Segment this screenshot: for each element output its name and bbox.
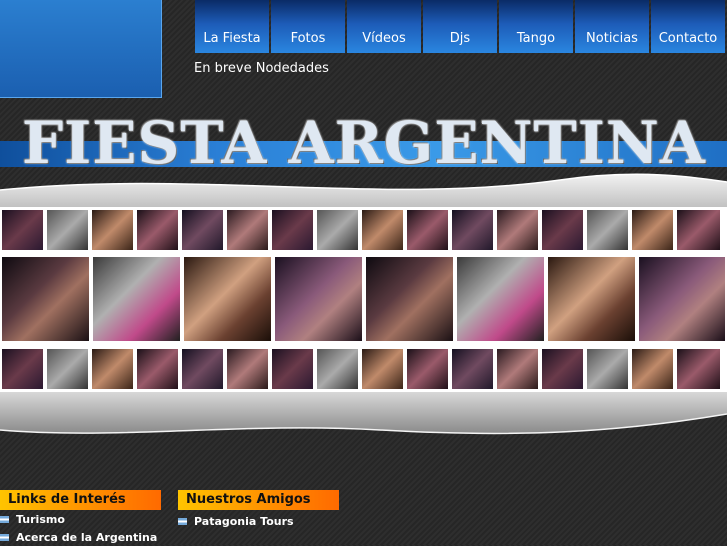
photo-tile — [450, 208, 495, 252]
list-item[interactable]: Patagonia Tours — [178, 513, 339, 530]
photo-tile — [225, 347, 270, 391]
photo-tile — [637, 255, 727, 343]
photo-tile — [135, 208, 180, 252]
argentina-flag-icon — [178, 518, 187, 525]
photo-tile — [135, 347, 180, 391]
photo-tile — [225, 208, 270, 252]
list-item[interactable]: Turismo — [0, 511, 161, 528]
collage-row-bottom — [0, 347, 727, 391]
list-item[interactable]: Acerca de la Argentina — [0, 529, 161, 546]
argentina-flag-icon — [0, 516, 9, 523]
photo-tile — [0, 347, 45, 391]
photo-tile — [315, 347, 360, 391]
photo-tile — [90, 208, 135, 252]
links-panel-heading: Links de Interés — [0, 490, 161, 510]
links-list: Turismo Acerca de la Argentina — [0, 511, 161, 546]
friends-list: Patagonia Tours — [178, 513, 339, 530]
nav-videos[interactable]: Vídeos — [347, 0, 421, 53]
photo-collage — [0, 207, 727, 392]
nav-la-fiesta[interactable]: La Fiesta — [195, 0, 269, 53]
photo-tile — [405, 347, 450, 391]
photo-tile — [360, 347, 405, 391]
photo-tile — [91, 255, 182, 343]
link-acerca-argentina[interactable]: Acerca de la Argentina — [16, 531, 157, 544]
photo-tile — [0, 208, 45, 252]
photo-tile — [180, 208, 225, 252]
friends-panel-heading: Nuestros Amigos — [178, 490, 339, 510]
nav-djs[interactable]: Djs — [423, 0, 497, 53]
site-logo-box — [0, 0, 162, 98]
photo-tile — [45, 208, 90, 252]
photo-tile — [315, 208, 360, 252]
photo-tile — [90, 347, 135, 391]
photo-tile — [273, 255, 364, 343]
photo-tile — [182, 255, 273, 343]
nav-contacto[interactable]: Contacto — [651, 0, 725, 53]
photo-tile — [405, 208, 450, 252]
photo-tile — [630, 208, 675, 252]
photo-tile — [270, 347, 315, 391]
photo-tile — [455, 255, 546, 343]
photo-tile — [180, 347, 225, 391]
nav-tango[interactable]: Tango — [499, 0, 573, 53]
main-nav: La Fiesta Fotos Vídeos Djs Tango Noticia… — [195, 0, 727, 53]
collage-row-middle — [0, 255, 727, 343]
photo-tile — [585, 208, 630, 252]
photo-tile — [364, 255, 455, 343]
photo-tile — [675, 208, 722, 252]
photo-tile — [630, 347, 675, 391]
photo-tile — [0, 255, 91, 343]
photo-tile — [585, 347, 630, 391]
photo-tile — [270, 208, 315, 252]
wave-bottom-decoration — [0, 392, 727, 435]
collage-row-top — [0, 208, 727, 252]
subnav-text[interactable]: En breve Nodedades — [194, 61, 329, 76]
friends-panel: Nuestros Amigos Patagonia Tours — [178, 490, 339, 530]
nav-fotos[interactable]: Fotos — [271, 0, 345, 53]
nav-noticias[interactable]: Noticias — [575, 0, 649, 53]
links-panel: Links de Interés Turismo Acerca de la Ar… — [0, 490, 161, 546]
argentina-flag-icon — [0, 534, 9, 541]
photo-tile — [546, 255, 637, 343]
photo-tile — [360, 208, 405, 252]
photo-tile — [540, 347, 585, 391]
photo-tile — [675, 347, 722, 391]
photo-tile — [495, 208, 540, 252]
link-patagonia-tours[interactable]: Patagonia Tours — [194, 515, 294, 528]
photo-tile — [540, 208, 585, 252]
photo-tile — [495, 347, 540, 391]
photo-tile — [450, 347, 495, 391]
wave-top-decoration — [0, 173, 727, 210]
photo-tile — [45, 347, 90, 391]
link-turismo[interactable]: Turismo — [16, 513, 65, 526]
